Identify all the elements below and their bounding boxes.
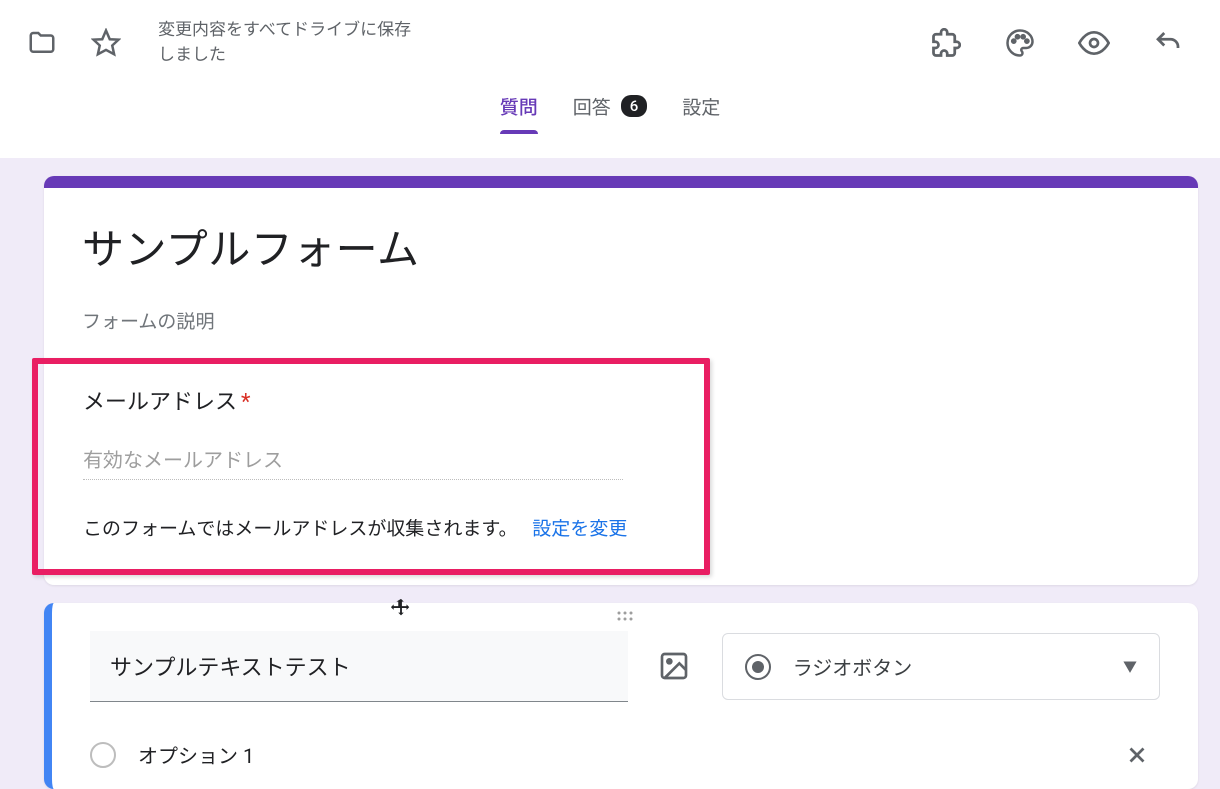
add-image-icon[interactable] xyxy=(658,650,692,684)
move-icon[interactable] xyxy=(390,597,412,619)
folder-icon[interactable] xyxy=(20,21,64,65)
question-title-input[interactable] xyxy=(90,631,628,702)
star-icon[interactable] xyxy=(84,21,128,65)
form-description[interactable]: フォームの説明 xyxy=(82,307,1160,334)
option-radio-icon xyxy=(90,742,116,768)
email-input-placeholder: 有効なメールアドレス xyxy=(83,444,623,480)
undo-icon[interactable] xyxy=(1146,21,1190,65)
preview-icon[interactable] xyxy=(1072,21,1116,65)
question-card[interactable]: ラジオボタン ▼ オプション 1 xyxy=(44,603,1198,789)
remove-option-icon[interactable] xyxy=(1124,742,1150,768)
tab-questions[interactable]: 質問 xyxy=(500,79,538,134)
email-label: メールアドレス* xyxy=(83,384,704,416)
change-settings-link[interactable]: 設定を変更 xyxy=(532,517,627,540)
question-type-select[interactable]: ラジオボタン ▼ xyxy=(722,633,1160,700)
drag-handle-icon[interactable] xyxy=(613,611,637,621)
tab-responses[interactable]: 回答 6 xyxy=(573,79,648,134)
tab-responses-label: 回答 xyxy=(573,93,611,120)
title-card[interactable]: サンプルフォーム フォームの説明 メールアドレス* 有効なメールアドレス このフ… xyxy=(44,176,1198,585)
required-star: * xyxy=(241,390,250,415)
radio-icon xyxy=(745,654,771,680)
tabs-bar: 質問 回答 6 設定 xyxy=(20,78,1200,134)
palette-icon[interactable] xyxy=(998,21,1042,65)
question-type-label: ラジオボタン xyxy=(793,652,913,681)
email-collect-notice: このフォームではメールアドレスが収集されます。 設定を変更 xyxy=(83,514,704,541)
option-label[interactable]: オプション 1 xyxy=(138,740,254,769)
email-collection-section: メールアドレス* 有効なメールアドレス このフォームではメールアドレスが収集され… xyxy=(32,358,710,575)
chevron-down-icon: ▼ xyxy=(1123,657,1137,677)
tab-settings[interactable]: 設定 xyxy=(682,79,720,134)
option-row[interactable]: オプション 1 xyxy=(90,740,1160,769)
addons-icon[interactable] xyxy=(924,21,968,65)
form-title[interactable]: サンプルフォーム xyxy=(82,216,1160,277)
save-status: 変更内容をすべてドライブに保存しました xyxy=(158,18,418,69)
responses-count-badge: 6 xyxy=(621,95,648,117)
